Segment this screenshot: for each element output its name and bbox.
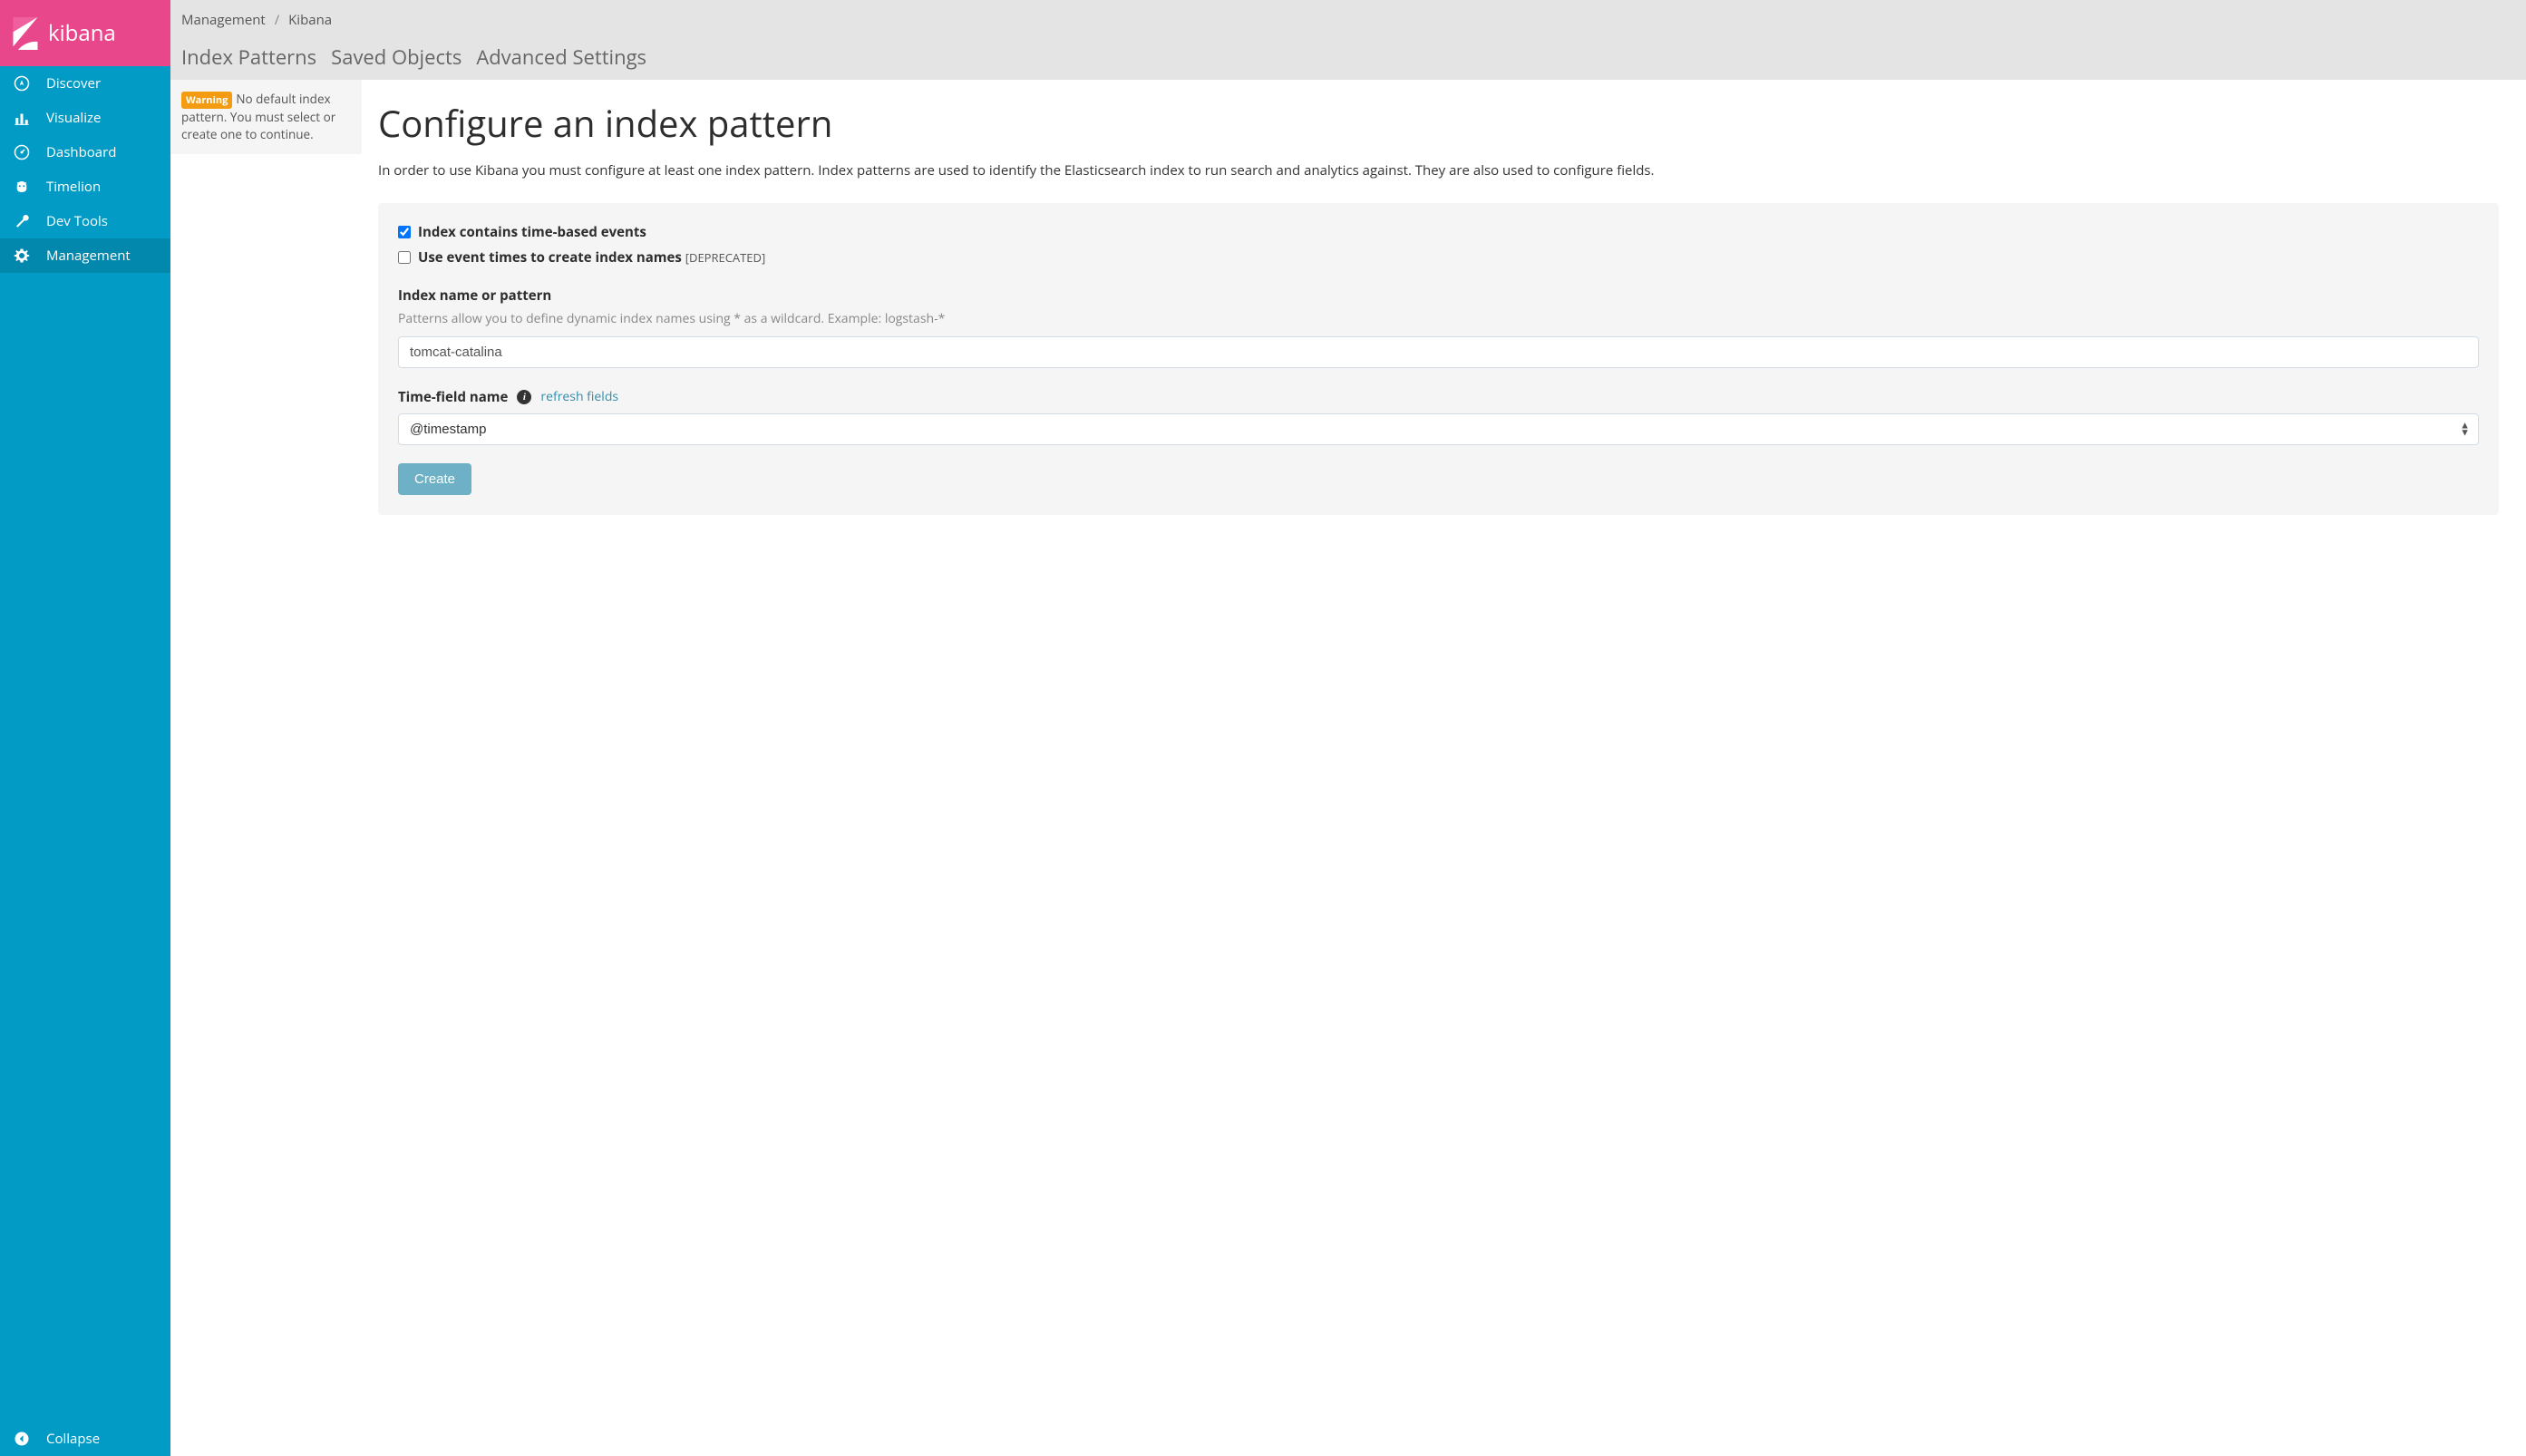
timefield-select-wrapper: @timestamp ▲▼ [398,413,2479,445]
collapse-label: Collapse [46,1430,100,1448]
right-panel: Configure an index pattern In order to u… [362,80,2526,1456]
create-button[interactable]: Create [398,463,471,495]
main-area: Management / Kibana Index Patterns Saved… [170,0,2526,1456]
checkbox-event-times-input[interactable] [398,251,411,264]
tab-advanced-settings[interactable]: Advanced Settings [476,38,646,80]
checkbox-time-based: Index contains time-based events [398,223,2479,241]
form-box: Index contains time-based events Use eve… [378,203,2499,515]
nav-item-dev-tools[interactable]: Dev Tools [0,204,170,238]
sidebar: kibana Discover Visualize Dashboard Time… [0,0,170,1456]
kibana-logo-icon [13,17,38,50]
gauge-icon [13,143,31,161]
index-name-group: Index name or pattern Patterns allow you… [398,286,2479,368]
brand-name: kibana [48,18,116,48]
nav-item-timelion[interactable]: Timelion [0,170,170,204]
checkbox-time-based-input[interactable] [398,226,411,238]
gear-icon [13,247,31,265]
nav-item-dashboard[interactable]: Dashboard [0,135,170,170]
nav-item-discover[interactable]: Discover [0,66,170,101]
collapse-button[interactable]: Collapse [0,1422,170,1456]
deprecated-tag: [DEPRECATED] [685,249,765,266]
timefield-group: Time-field name i refresh fields @timest… [398,388,2479,445]
barchart-icon [13,109,31,127]
index-name-input[interactable] [398,336,2479,368]
timefield-select[interactable]: @timestamp [398,413,2479,445]
breadcrumb: Management / Kibana [181,11,2515,29]
collapse-icon [13,1430,31,1448]
breadcrumb-parent[interactable]: Management [181,11,266,29]
bear-icon [13,178,31,196]
tab-index-patterns[interactable]: Index Patterns [181,38,316,80]
topbar: Management / Kibana Index Patterns Saved… [170,0,2526,80]
nav-label: Timelion [46,178,101,196]
checkbox-event-times-label: Use event times to create index names [D… [418,248,765,267]
nav-label: Discover [46,74,101,92]
nav-item-visualize[interactable]: Visualize [0,101,170,135]
timefield-label: Time-field name [398,388,508,406]
wrench-icon [13,212,31,230]
info-icon[interactable]: i [517,390,531,404]
breadcrumb-current: Kibana [288,11,332,29]
nav-label: Management [46,247,131,265]
brand-header[interactable]: kibana [0,0,170,66]
breadcrumb-separator: / [275,11,280,29]
warning-box: WarningNo default index pattern. You mus… [170,80,362,154]
warning-badge: Warning [181,92,232,109]
checkbox-event-times-text: Use event times to create index names [418,248,682,267]
nav-list: Discover Visualize Dashboard Timelion De… [0,66,170,1422]
tabs: Index Patterns Saved Objects Advanced Se… [181,38,2515,80]
nav-item-management[interactable]: Management [0,238,170,273]
nav-label: Dev Tools [46,212,108,230]
tab-saved-objects[interactable]: Saved Objects [331,38,461,80]
nav-label: Dashboard [46,143,116,161]
content-area: WarningNo default index pattern. You mus… [170,80,2526,1456]
page-title: Configure an index pattern [378,98,2499,148]
compass-icon [13,74,31,92]
refresh-fields-link[interactable]: refresh fields [540,388,618,405]
index-name-label: Index name or pattern [398,286,2479,305]
page-description: In order to use Kibana you must configur… [378,160,2499,181]
index-name-hint: Patterns allow you to define dynamic ind… [398,310,2479,327]
left-panel: WarningNo default index pattern. You mus… [170,80,362,1456]
checkbox-event-times: Use event times to create index names [D… [398,248,2479,267]
checkbox-time-based-label: Index contains time-based events [418,223,646,241]
nav-label: Visualize [46,109,101,127]
